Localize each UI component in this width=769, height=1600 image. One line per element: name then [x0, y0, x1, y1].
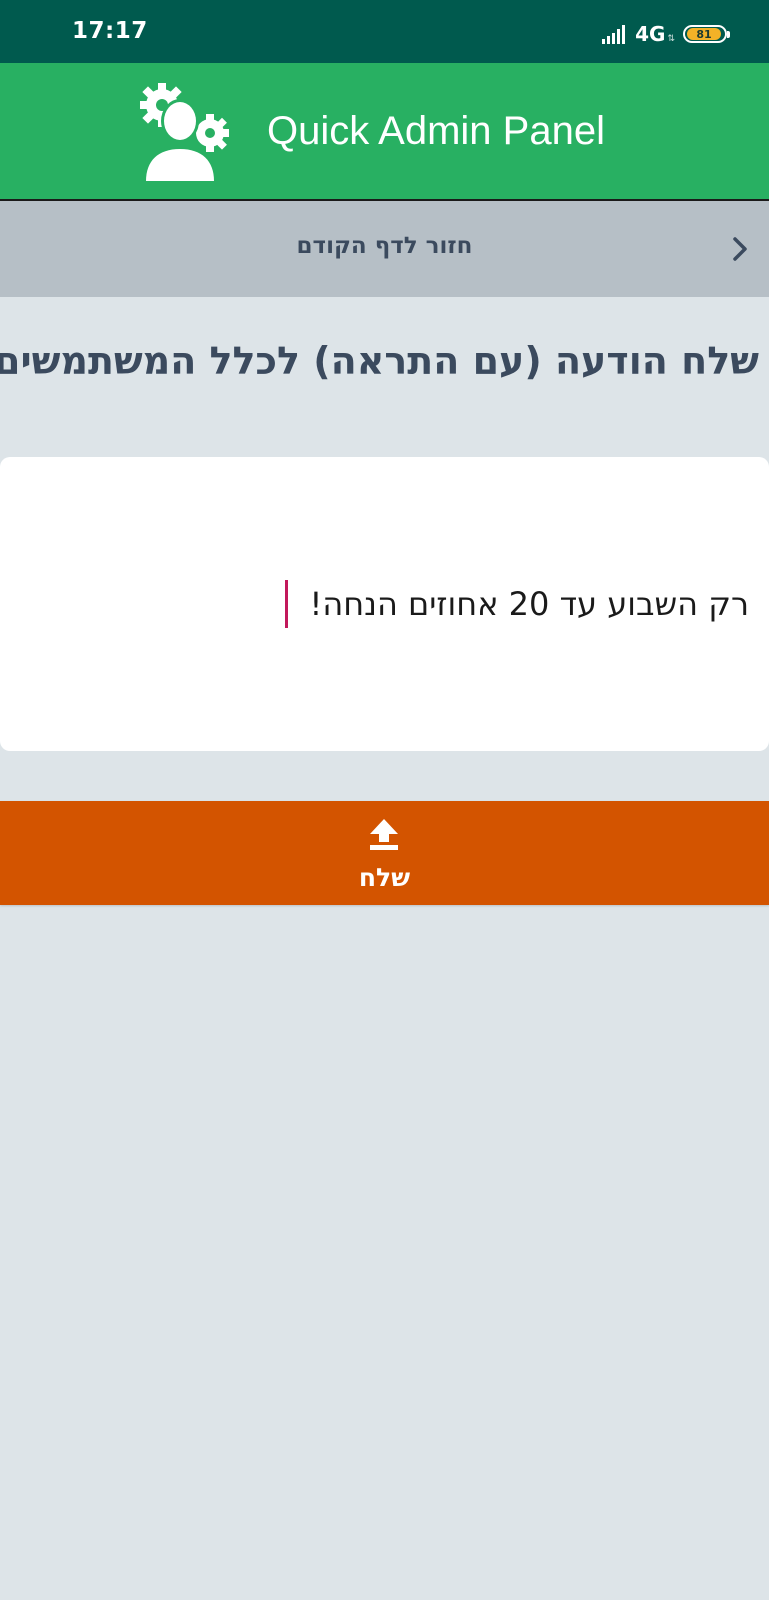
back-label: חזור לדף הקודם — [296, 233, 473, 259]
admin-gears-user-icon — [140, 83, 229, 183]
send-button[interactable]: שלח — [0, 801, 769, 905]
battery-level: 81 — [687, 28, 721, 41]
data-activity-icon: ⇅ — [667, 34, 675, 44]
text-caret — [285, 580, 288, 628]
upload-icon — [370, 819, 398, 850]
page-title: שלח הודעה (עם התראה) לכלל המשתמשים — [0, 339, 759, 383]
status-time: 17:17 — [72, 18, 148, 44]
back-to-previous-page-button[interactable]: חזור לדף הקודם — [0, 201, 769, 297]
send-button-label: שלח — [358, 863, 411, 892]
status-bar: 17:17 4G ⇅ 81 — [0, 0, 769, 63]
status-indicators: 4G ⇅ 81 — [601, 20, 730, 48]
app-title: Quick Admin Panel — [267, 109, 605, 153]
message-input[interactable]: רק השבוע עד 20 אחוזים הנחה! — [0, 457, 769, 751]
app-header: Quick Admin Panel — [0, 63, 769, 201]
chevron-right-icon — [733, 237, 747, 261]
message-input-value: רק השבוע עד 20 אחוזים הנחה! — [309, 585, 749, 623]
signal-strength-icon — [602, 25, 626, 44]
network-type-label: 4G — [635, 22, 666, 46]
battery-icon: 81 — [683, 25, 730, 43]
